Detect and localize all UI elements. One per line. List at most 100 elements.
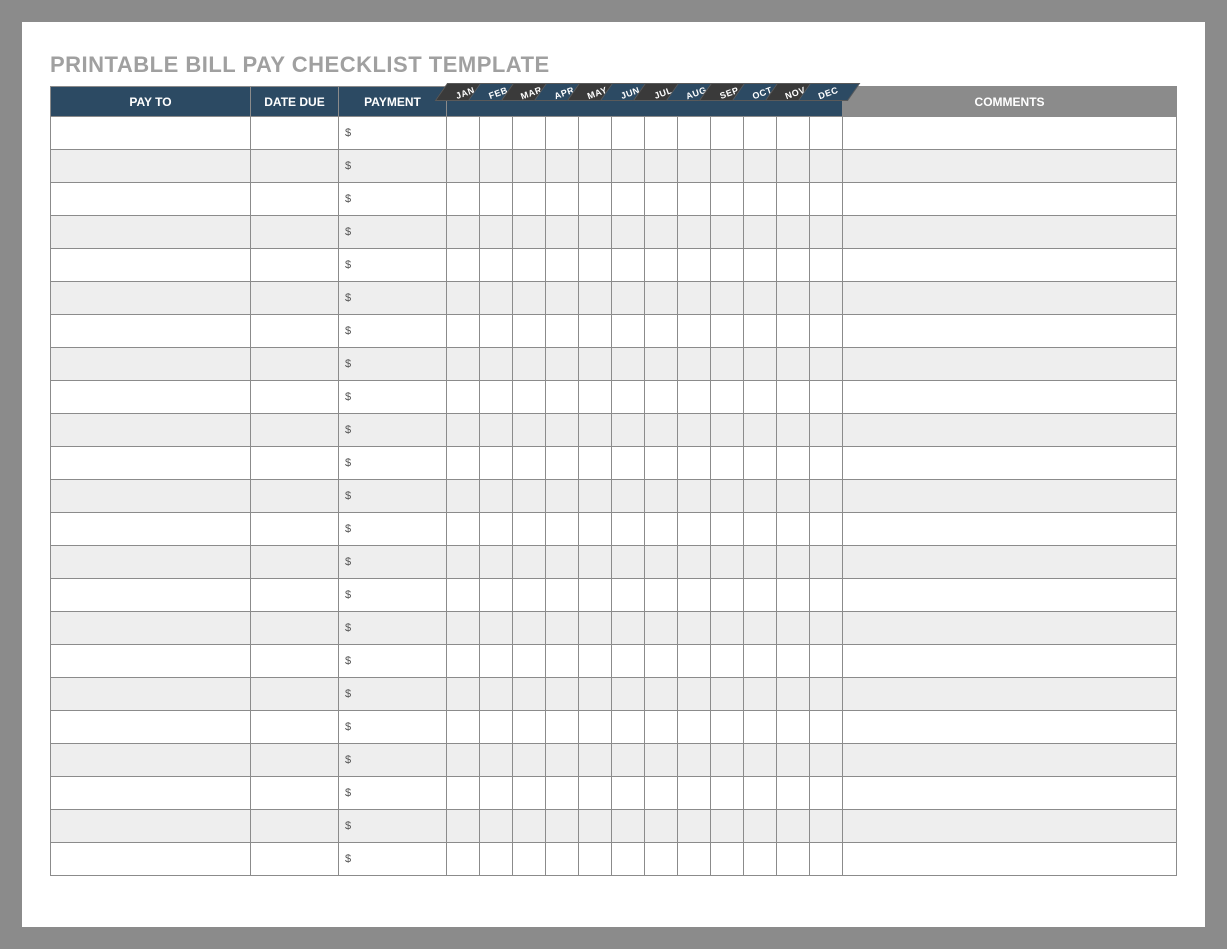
cell-pay-to[interactable] bbox=[51, 480, 251, 513]
cell-month-check[interactable] bbox=[645, 216, 678, 249]
cell-comments[interactable] bbox=[843, 480, 1177, 513]
cell-pay-to[interactable] bbox=[51, 216, 251, 249]
cell-month-check[interactable] bbox=[513, 843, 546, 876]
cell-month-check[interactable] bbox=[480, 348, 513, 381]
cell-month-check[interactable] bbox=[480, 282, 513, 315]
cell-month-check[interactable] bbox=[678, 117, 711, 150]
cell-month-check[interactable] bbox=[513, 678, 546, 711]
cell-month-check[interactable] bbox=[711, 711, 744, 744]
cell-comments[interactable] bbox=[843, 612, 1177, 645]
cell-month-check[interactable] bbox=[447, 546, 480, 579]
cell-date-due[interactable] bbox=[251, 480, 339, 513]
cell-month-check[interactable] bbox=[579, 579, 612, 612]
cell-month-check[interactable] bbox=[744, 843, 777, 876]
cell-month-check[interactable] bbox=[678, 150, 711, 183]
cell-pay-to[interactable] bbox=[51, 579, 251, 612]
cell-month-check[interactable] bbox=[810, 249, 843, 282]
cell-month-check[interactable] bbox=[480, 777, 513, 810]
cell-month-check[interactable] bbox=[546, 711, 579, 744]
cell-month-check[interactable] bbox=[513, 282, 546, 315]
cell-date-due[interactable] bbox=[251, 282, 339, 315]
cell-month-check[interactable] bbox=[480, 414, 513, 447]
cell-month-check[interactable] bbox=[612, 546, 645, 579]
cell-pay-to[interactable] bbox=[51, 843, 251, 876]
cell-month-check[interactable] bbox=[612, 579, 645, 612]
cell-month-check[interactable] bbox=[744, 348, 777, 381]
cell-month-check[interactable] bbox=[480, 183, 513, 216]
cell-month-check[interactable] bbox=[579, 183, 612, 216]
cell-month-check[interactable] bbox=[810, 744, 843, 777]
cell-month-check[interactable] bbox=[447, 315, 480, 348]
cell-month-check[interactable] bbox=[645, 447, 678, 480]
cell-month-check[interactable] bbox=[612, 678, 645, 711]
cell-date-due[interactable] bbox=[251, 150, 339, 183]
cell-comments[interactable] bbox=[843, 414, 1177, 447]
cell-month-check[interactable] bbox=[645, 249, 678, 282]
cell-month-check[interactable] bbox=[744, 810, 777, 843]
cell-month-check[interactable] bbox=[777, 711, 810, 744]
cell-month-check[interactable] bbox=[546, 447, 579, 480]
cell-month-check[interactable] bbox=[447, 282, 480, 315]
cell-comments[interactable] bbox=[843, 810, 1177, 843]
cell-month-check[interactable] bbox=[645, 414, 678, 447]
cell-month-check[interactable] bbox=[480, 249, 513, 282]
cell-payment[interactable]: $ bbox=[339, 711, 447, 744]
cell-pay-to[interactable] bbox=[51, 711, 251, 744]
cell-month-check[interactable] bbox=[579, 678, 612, 711]
cell-month-check[interactable] bbox=[513, 150, 546, 183]
cell-month-check[interactable] bbox=[579, 381, 612, 414]
cell-month-check[interactable] bbox=[579, 645, 612, 678]
cell-month-check[interactable] bbox=[744, 744, 777, 777]
cell-payment[interactable]: $ bbox=[339, 612, 447, 645]
cell-month-check[interactable] bbox=[711, 249, 744, 282]
cell-date-due[interactable] bbox=[251, 216, 339, 249]
cell-month-check[interactable] bbox=[546, 216, 579, 249]
cell-month-check[interactable] bbox=[579, 249, 612, 282]
cell-month-check[interactable] bbox=[546, 381, 579, 414]
cell-month-check[interactable] bbox=[645, 150, 678, 183]
cell-month-check[interactable] bbox=[480, 117, 513, 150]
cell-month-check[interactable] bbox=[810, 579, 843, 612]
cell-month-check[interactable] bbox=[546, 645, 579, 678]
cell-month-check[interactable] bbox=[447, 645, 480, 678]
cell-payment[interactable]: $ bbox=[339, 546, 447, 579]
cell-pay-to[interactable] bbox=[51, 810, 251, 843]
cell-month-check[interactable] bbox=[678, 216, 711, 249]
cell-comments[interactable] bbox=[843, 216, 1177, 249]
cell-month-check[interactable] bbox=[711, 348, 744, 381]
cell-payment[interactable]: $ bbox=[339, 678, 447, 711]
cell-month-check[interactable] bbox=[810, 183, 843, 216]
cell-month-check[interactable] bbox=[480, 546, 513, 579]
cell-month-check[interactable] bbox=[480, 579, 513, 612]
cell-comments[interactable] bbox=[843, 282, 1177, 315]
cell-month-check[interactable] bbox=[513, 579, 546, 612]
cell-month-check[interactable] bbox=[447, 711, 480, 744]
cell-month-check[interactable] bbox=[447, 414, 480, 447]
cell-month-check[interactable] bbox=[645, 183, 678, 216]
cell-month-check[interactable] bbox=[645, 777, 678, 810]
cell-month-check[interactable] bbox=[777, 183, 810, 216]
cell-month-check[interactable] bbox=[480, 645, 513, 678]
cell-month-check[interactable] bbox=[579, 843, 612, 876]
cell-month-check[interactable] bbox=[546, 546, 579, 579]
cell-month-check[interactable] bbox=[810, 843, 843, 876]
cell-month-check[interactable] bbox=[645, 711, 678, 744]
cell-month-check[interactable] bbox=[711, 579, 744, 612]
cell-month-check[interactable] bbox=[579, 315, 612, 348]
cell-month-check[interactable] bbox=[777, 381, 810, 414]
cell-month-check[interactable] bbox=[645, 282, 678, 315]
cell-month-check[interactable] bbox=[645, 612, 678, 645]
cell-month-check[interactable] bbox=[711, 480, 744, 513]
cell-payment[interactable]: $ bbox=[339, 414, 447, 447]
cell-month-check[interactable] bbox=[678, 183, 711, 216]
cell-month-check[interactable] bbox=[513, 810, 546, 843]
cell-month-check[interactable] bbox=[678, 348, 711, 381]
cell-month-check[interactable] bbox=[744, 645, 777, 678]
cell-month-check[interactable] bbox=[513, 183, 546, 216]
cell-month-check[interactable] bbox=[480, 612, 513, 645]
cell-month-check[interactable] bbox=[744, 777, 777, 810]
cell-payment[interactable]: $ bbox=[339, 381, 447, 414]
cell-month-check[interactable] bbox=[810, 513, 843, 546]
cell-comments[interactable] bbox=[843, 711, 1177, 744]
cell-month-check[interactable] bbox=[579, 150, 612, 183]
